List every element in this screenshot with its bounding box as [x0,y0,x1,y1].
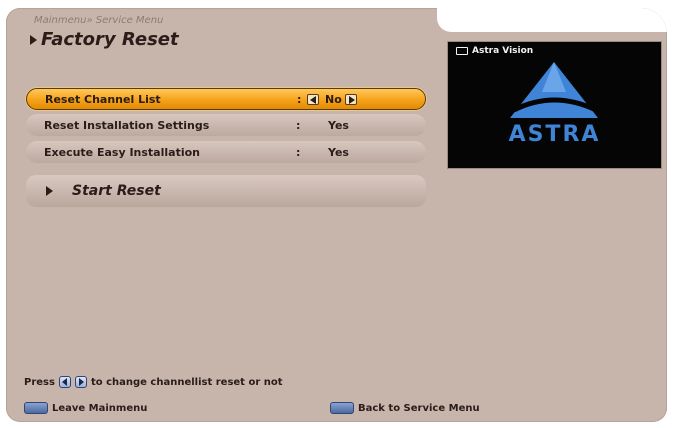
value-left-arrow-icon[interactable] [307,94,319,105]
start-reset-button[interactable]: Start Reset [26,175,426,207]
screen-tab-cutout [437,8,667,32]
hint-text: Press to change channellist reset or not [24,376,283,388]
menu-row-value: Yes [328,145,349,159]
menu-row-colon: : [296,118,301,132]
leave-mainmenu-label: Leave Mainmenu [52,402,148,414]
menu-row-colon: : [297,92,302,106]
page-title: Factory Reset [30,29,179,50]
channel-label: Astra Vision [456,46,533,56]
channel-name: Astra Vision [472,46,534,56]
menu-row-reset-channel-list[interactable]: Reset Channel List : No [26,88,426,110]
right-key-icon [74,376,87,388]
osd-screen: Mainmenu» Service Menu Factory Reset Res… [6,8,667,422]
menu-row-reset-installation-settings[interactable]: Reset Installation Settings : Yes [26,114,426,136]
astra-logo-icon [510,62,598,118]
hint-prefix: Press [24,376,55,388]
menu-row-value: Yes [328,118,349,132]
left-key-icon [58,376,71,388]
menu-row-label: Reset Installation Settings [44,118,210,132]
back-service-menu-hint[interactable]: Back to Service Menu [330,402,480,414]
menu-row-label: Reset Channel List [45,92,161,106]
page-title-text: Factory Reset [41,29,179,50]
menu-row-execute-easy-installation[interactable]: Execute Easy Installation : Yes [26,141,426,163]
tv-icon [456,47,468,55]
menu-row-label: Execute Easy Installation [44,145,200,159]
breadcrumb: Mainmenu» Service Menu [34,15,164,26]
back-service-menu-label: Back to Service Menu [358,402,480,414]
menu-key-icon [24,402,48,414]
menu-row-value: No [325,92,342,106]
value-right-arrow-icon[interactable] [345,94,357,105]
leave-mainmenu-hint[interactable]: Leave Mainmenu [24,402,147,414]
play-arrow-icon [46,186,53,196]
title-arrow-icon [30,34,37,45]
hint-suffix: to change channellist reset or not [90,376,283,388]
channel-preview: Astra Vision ASTRA [447,41,662,169]
start-reset-label: Start Reset [72,183,161,199]
astra-logo-text: ASTRA [508,122,601,147]
menu-row-colon: : [296,145,301,159]
back-key-icon [330,402,354,414]
